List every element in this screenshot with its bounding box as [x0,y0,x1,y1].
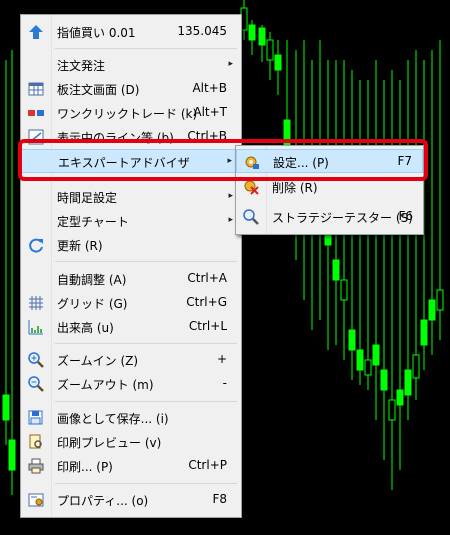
zoom-in-icon [28,352,44,368]
buy-limit-icon [29,25,43,39]
candle-body [332,259,340,281]
submenu-item-strategy-tester[interactable]: ストラテジーテスター (S) F6 [236,205,423,229]
print-preview-icon [29,434,42,449]
candle-body [364,359,372,376]
menu-item-save-as-picture[interactable]: 画像として保存... (i) [21,406,241,430]
submenu-arrow-icon: ▸ [228,191,233,201]
menu-item-depth-of-market[interactable]: 板注文画面 (D) Alt+B [21,77,241,101]
menu-separator [55,48,237,49]
properties-icon [28,493,44,507]
candle-body [372,344,380,366]
save-picture-icon [28,410,43,425]
one-click-trading-icon [28,110,44,116]
candle-body [248,24,256,41]
menu-item-auto-scroll[interactable]: 自動調整 (A) Ctrl+A [21,267,241,291]
menu-item-print-preview[interactable]: 印刷プレビュー (v) [21,430,241,454]
chart-context-menu: 指値買い 0.01 135.045 注文発注 ▸ 板注文画面 (D) Alt+B… [20,14,242,518]
menu-separator [55,401,237,402]
candle-body [2,394,10,421]
menu-item-zoom-in[interactable]: ズームイン (Z) + [21,348,241,372]
candle-body [404,369,412,396]
menu-item-print[interactable]: 印刷... (P) Ctrl+P [21,454,241,478]
menu-item-templates[interactable]: 定型チャート ▸ [21,209,241,233]
candle-body [356,349,364,371]
strategy-tester-icon [243,209,259,225]
submenu-arrow-icon: ▸ [228,215,233,225]
candle-body [348,329,356,351]
menu-item-buy-limit[interactable]: 指値買い 0.01 135.045 [21,20,241,44]
volumes-icon [28,320,43,335]
menu-separator [55,343,237,344]
candle-body [412,354,420,379]
candle-body [420,319,428,346]
candle-body [388,399,396,421]
candle-body [436,289,444,311]
menu-item-grid[interactable]: グリッド (G) Ctrl+G [21,291,241,315]
menu-item-refresh[interactable]: 更新 (R) [21,233,241,257]
candle-body [428,299,436,321]
zoom-out-icon [28,376,44,392]
candle-body [380,369,388,391]
candle-body [258,27,266,46]
menu-separator [55,483,237,484]
candle-body [8,439,16,471]
candle-body [340,279,348,301]
submenu-arrow-icon: ▸ [228,59,233,69]
menu-item-new-order[interactable]: 注文発注 ▸ [21,53,241,77]
depth-of-market-icon [28,82,44,96]
menu-item-volumes[interactable]: 出来高 (u) Ctrl+L [21,315,241,339]
refresh-icon [29,238,43,253]
print-icon [28,458,44,474]
candle-body [266,39,274,61]
menu-item-zoom-out[interactable]: ズームアウト (m) - [21,372,241,396]
candle-body [274,54,282,71]
menu-item-properties[interactable]: プロパティ... (o) F8 [21,488,241,512]
menu-item-timeframes[interactable]: 時間足設定 ▸ [21,185,241,209]
highlight-annotation-box [18,139,428,181]
grid-icon [29,296,43,310]
menu-item-one-click-trading[interactable]: ワンクリックトレード (k) Alt+T [21,101,241,125]
menu-separator [55,261,237,262]
candle-body [396,389,404,406]
